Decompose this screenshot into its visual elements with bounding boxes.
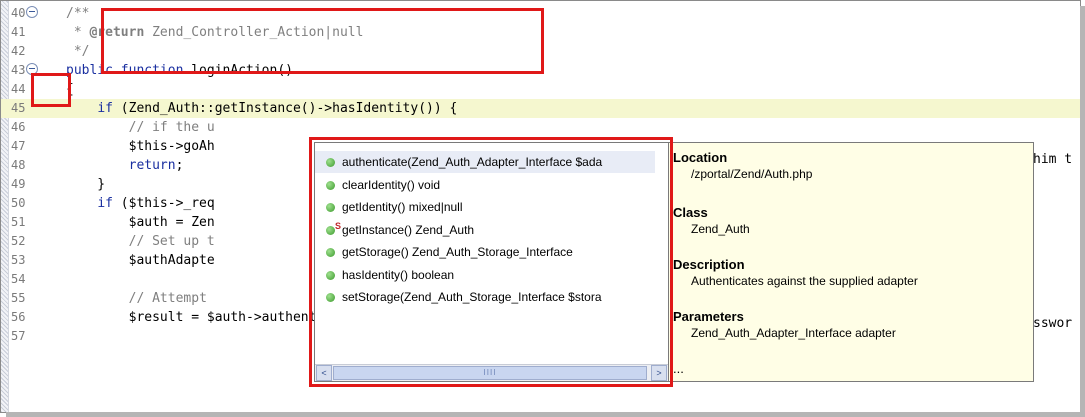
line-number: 55 — [11, 289, 56, 308]
line-number-text: 40 — [11, 6, 26, 20]
line-number-text: 49 — [11, 177, 26, 191]
line-number: 42 — [11, 42, 56, 61]
code-line[interactable]: 44{ — [1, 80, 1080, 99]
code-text[interactable]: } — [66, 175, 105, 194]
line-number: 53 — [11, 251, 56, 270]
line-number: 41 — [11, 23, 56, 42]
window-shadow-right — [1080, 6, 1085, 417]
line-number-text: 43 — [11, 63, 26, 77]
line-number: 48 — [11, 156, 56, 175]
line-number-text: 57 — [11, 329, 26, 343]
line-number: 51 — [11, 213, 56, 232]
documentation-popup: Location /zportal/Zend/Auth.php Class Ze… — [668, 142, 1034, 382]
line-number-text: 54 — [11, 272, 26, 286]
code-text[interactable]: if (Zend_Auth::getInstance()->hasIdentit… — [66, 99, 457, 118]
code-text[interactable]: $authAdapte — [66, 251, 215, 270]
class-heading: Class — [673, 205, 708, 220]
code-line[interactable]: 45 if (Zend_Auth::getInstance()->hasIden… — [1, 99, 1080, 118]
window-shadow-bottom — [6, 412, 1085, 417]
line-number-text: 44 — [11, 82, 26, 96]
line-number: 40 — [11, 4, 56, 23]
line-number: 49 — [11, 175, 56, 194]
line-number: 46 — [11, 118, 56, 137]
line-number: 56 — [11, 308, 56, 327]
code-fragment-line53: sswor — [1033, 316, 1073, 331]
line-number-text: 46 — [11, 120, 26, 134]
line-number-text: 56 — [11, 310, 26, 324]
line-number-text: 51 — [11, 215, 26, 229]
highlight-box-fold-marker — [31, 73, 71, 107]
parameters-heading: Parameters — [673, 309, 744, 324]
code-text[interactable]: $this->goAh — [66, 137, 215, 156]
line-number-text: 55 — [11, 291, 26, 305]
line-number: 50 — [11, 194, 56, 213]
line-number-text: 42 — [11, 44, 26, 58]
more-ellipsis: ... — [673, 361, 684, 376]
code-text[interactable]: return; — [66, 156, 184, 175]
line-number-text: 41 — [11, 25, 26, 39]
line-number-text: 52 — [11, 234, 26, 248]
line-number: 52 — [11, 232, 56, 251]
highlight-box-completion-popup — [309, 137, 673, 387]
line-number-text: 48 — [11, 158, 26, 172]
code-line[interactable]: 46 // if the u — [1, 118, 1080, 137]
code-text[interactable]: /** — [66, 4, 89, 23]
highlight-box-return-annotation — [101, 8, 544, 74]
class-value: Zend_Auth — [691, 222, 750, 236]
line-number: 54 — [11, 270, 56, 289]
code-editor[interactable]: 40/** 41 * @return Zend_Controller_Action… — [0, 0, 1081, 413]
line-number-text: 53 — [11, 253, 26, 267]
line-number-text: 50 — [11, 196, 26, 210]
line-number: 57 — [11, 327, 56, 346]
description-heading: Description — [673, 257, 745, 272]
code-text[interactable]: // if the u — [66, 118, 215, 137]
collapse-fold-icon[interactable] — [26, 6, 39, 18]
location-value: /zportal/Zend/Auth.php — [691, 167, 813, 181]
code-text[interactable]: */ — [66, 42, 90, 61]
location-heading: Location — [673, 150, 728, 165]
code-text[interactable]: // Set up t — [66, 232, 215, 251]
code-fragment-line46: him t — [1033, 152, 1073, 167]
line-number-text: 45 — [11, 101, 26, 115]
code-text[interactable]: if ($this->_req — [66, 194, 214, 213]
line-number: 47 — [11, 137, 56, 156]
line-number-text: 47 — [11, 139, 26, 153]
code-text[interactable]: $auth = Zen — [66, 213, 215, 232]
code-text[interactable]: // Attempt — [66, 289, 207, 308]
parameters-value: Zend_Auth_Adapter_Interface adapter — [691, 326, 896, 340]
description-value: Authenticates against the supplied adapt… — [691, 274, 918, 288]
